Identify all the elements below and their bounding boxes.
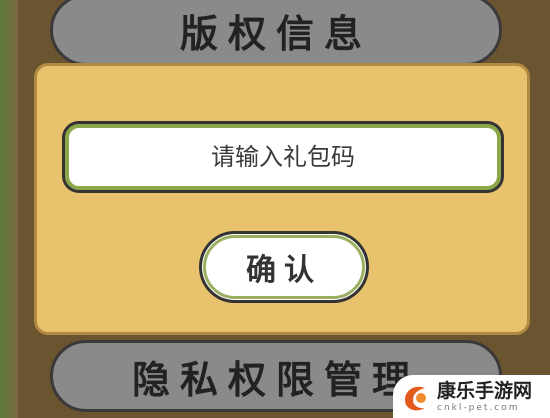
site-logo-icon	[405, 386, 426, 410]
gift-code-input[interactable]	[62, 121, 504, 193]
gift-code-dialog: 确认	[34, 63, 530, 335]
watermark-url: cnkl-pet.com	[437, 402, 520, 413]
watermark: 康乐手游网 cnkl-pet.com	[393, 375, 550, 418]
copyright-info-button[interactable]: 版权信息	[50, 0, 502, 66]
background-decoration	[0, 0, 18, 418]
watermark-title: 康乐手游网	[437, 379, 533, 402]
confirm-button[interactable]: 确认	[199, 231, 369, 303]
